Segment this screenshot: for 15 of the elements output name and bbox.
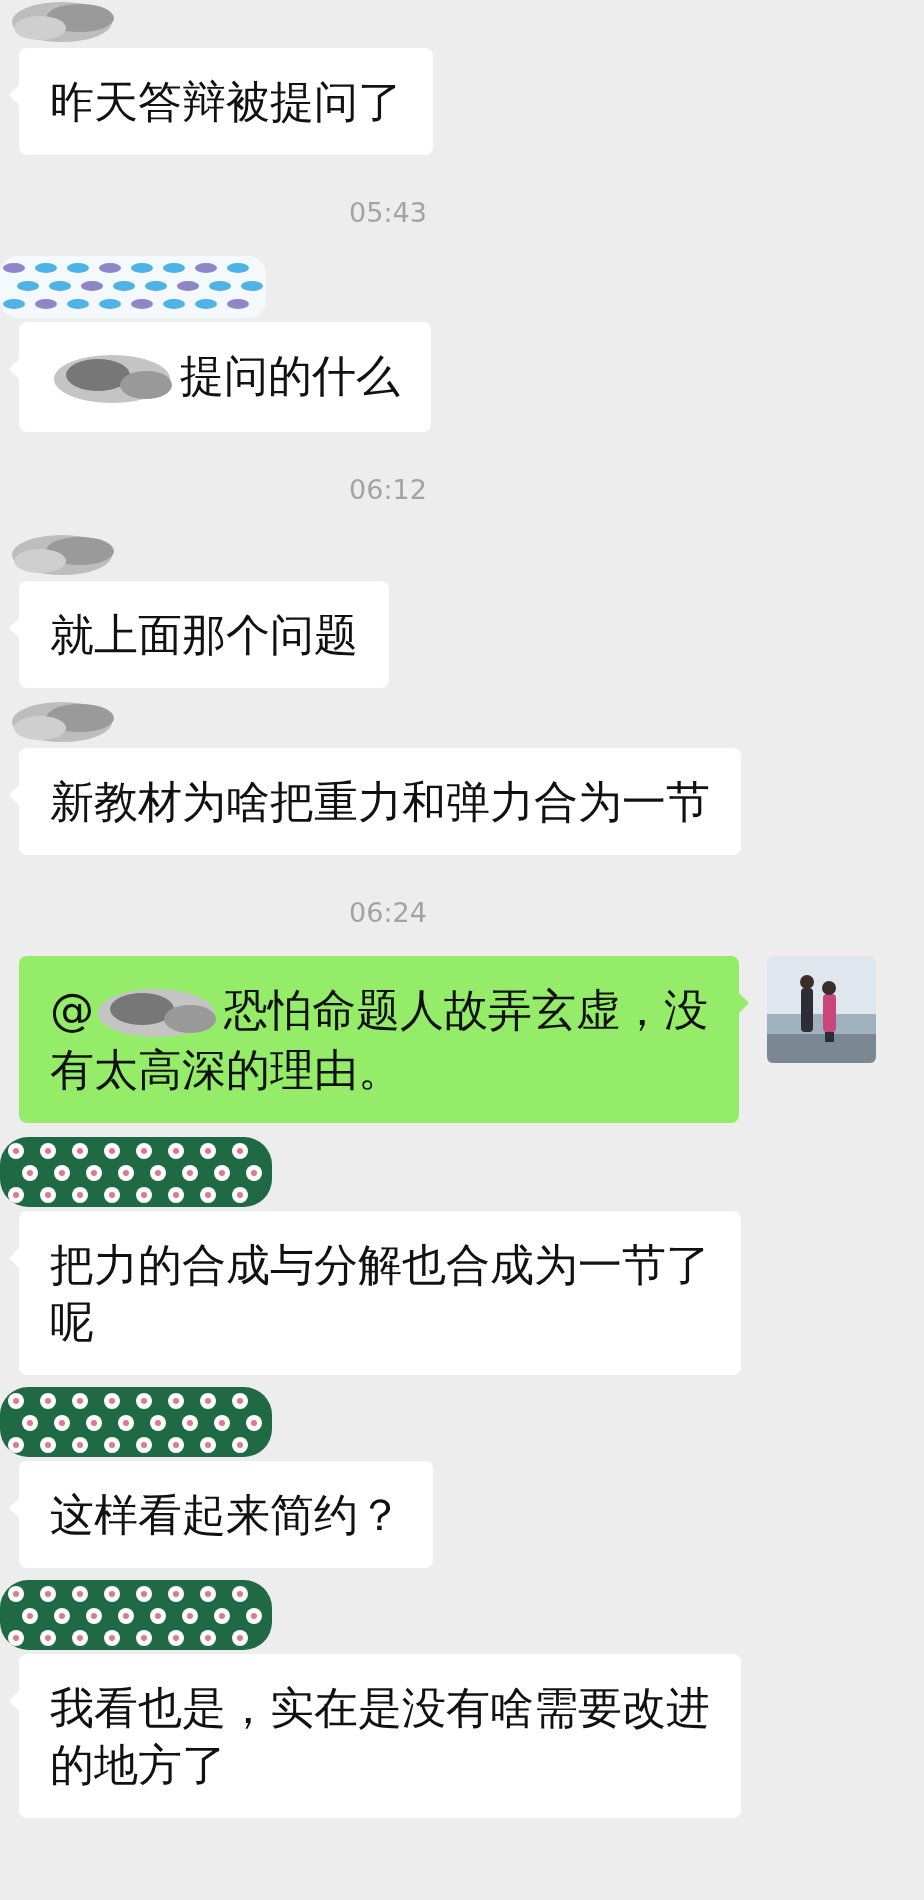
message-text: 昨天答辩被提问了 bbox=[50, 76, 402, 127]
message-text: 呢 bbox=[50, 1296, 94, 1347]
message-text: 提问的什么 bbox=[180, 350, 400, 401]
message-text: 新教材为啥把重力和弹力合为一节 bbox=[50, 776, 710, 827]
message-text: 的地方了 bbox=[50, 1739, 226, 1790]
timestamp: 06:12 bbox=[348, 474, 428, 505]
message-text: 有太高深的理由。 bbox=[50, 1044, 402, 1095]
timestamp: 05:43 bbox=[348, 197, 428, 228]
message-text: 这样看起来简约？ bbox=[50, 1489, 402, 1540]
message-text: 就上面那个问题 bbox=[50, 609, 358, 660]
message-text: 我看也是，实在是没有啥需要改进 bbox=[50, 1682, 710, 1733]
message-text: @ bbox=[50, 984, 94, 1035]
message-text: 恐怕命题人故弄玄虚，没 bbox=[224, 984, 708, 1035]
timestamp: 06:24 bbox=[348, 897, 428, 928]
message-text: 把力的合成与分解也合成为一节了 bbox=[50, 1239, 710, 1290]
